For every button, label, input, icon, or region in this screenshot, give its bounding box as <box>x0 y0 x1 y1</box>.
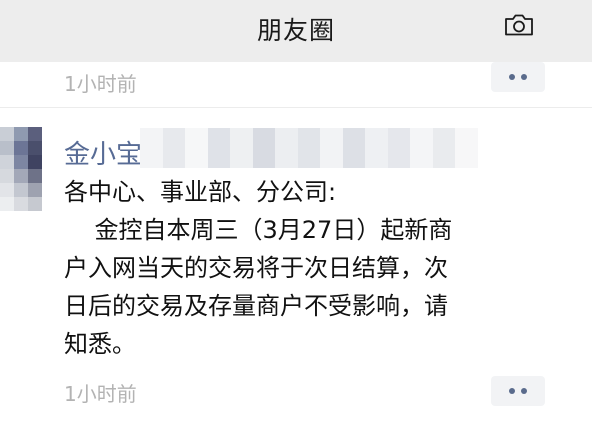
more-actions-button[interactable] <box>491 62 545 92</box>
previous-post-footer: 1小时前 <box>0 62 592 107</box>
more-dot-icon <box>509 74 515 80</box>
post-time: 1小时前 <box>64 382 137 406</box>
post-text-line: 日后的交易及存量商户不受影响，请 <box>64 292 448 320</box>
post-content: 各中心、事业部、分公司: 金控自本周三（3月27日）起新商 户入网当天的交易将于… <box>64 173 544 363</box>
post-text-line: 知悉。 <box>64 330 136 358</box>
divider <box>0 107 592 108</box>
blurred-name-overlay <box>140 128 478 168</box>
more-dot-icon <box>509 388 515 394</box>
post-time: 1小时前 <box>64 72 137 96</box>
post-text-line: 户入网当天的交易将于次日结算，次 <box>64 254 448 282</box>
top-bar: 朋友圈 <box>0 0 592 62</box>
post-text-line: 各中心、事业部、分公司: <box>64 178 337 206</box>
post-author-name[interactable]: 金小宝 <box>64 134 142 171</box>
camera-icon[interactable] <box>503 13 535 37</box>
more-dot-icon <box>521 388 527 394</box>
more-actions-button[interactable] <box>491 376 545 406</box>
avatar[interactable] <box>0 127 42 211</box>
post-text-line: 金控自本周三（3月27日）起新商 <box>64 216 453 244</box>
more-dot-icon <box>521 74 527 80</box>
